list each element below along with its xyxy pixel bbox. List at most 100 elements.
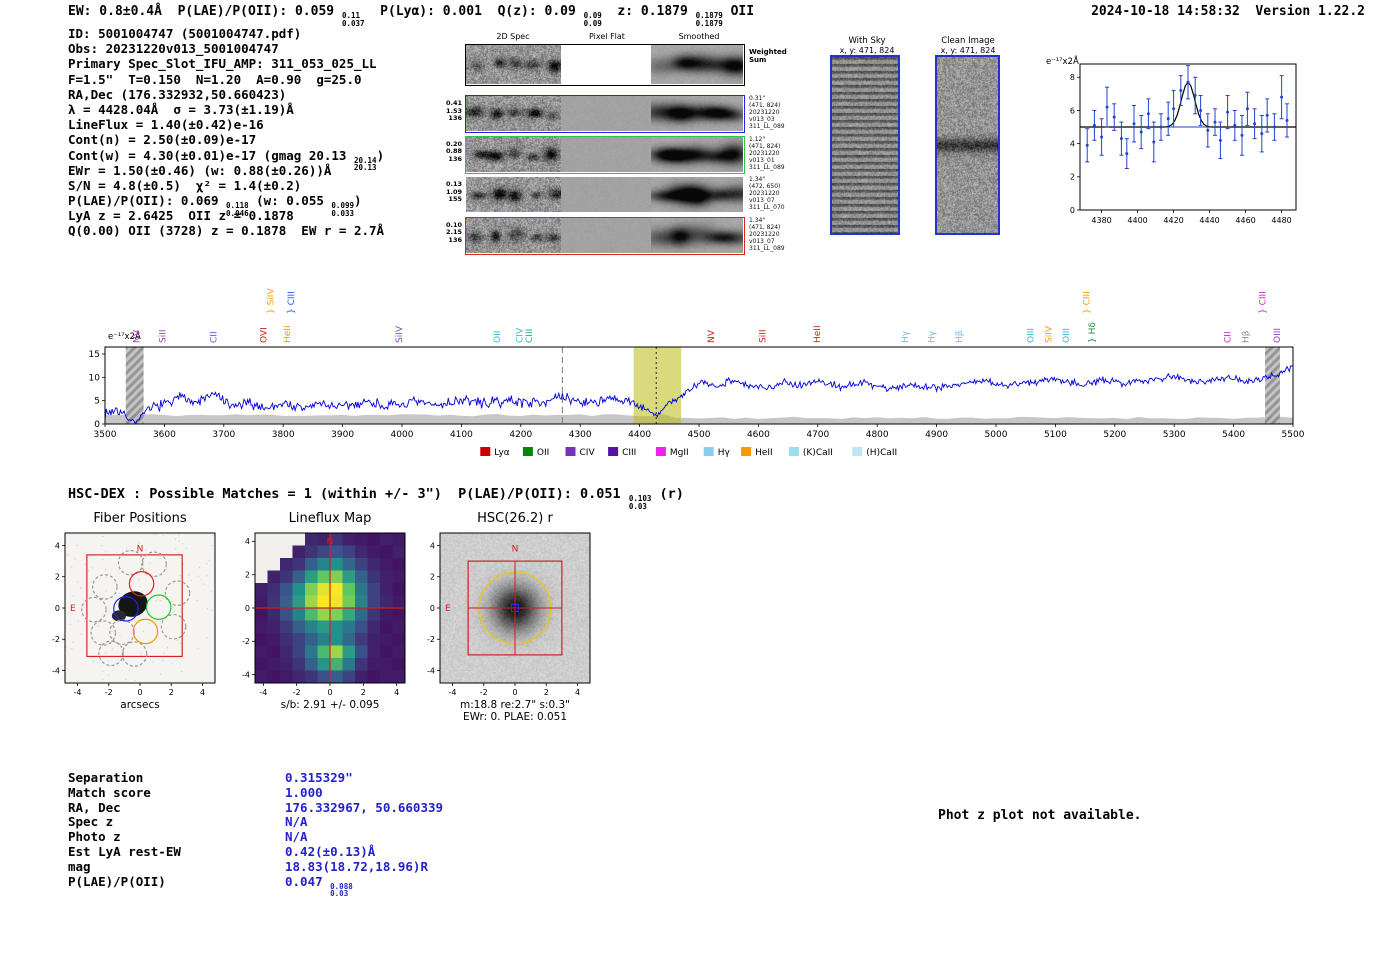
heatmap-cell: [342, 545, 356, 559]
heatmap-cell: [267, 620, 281, 634]
svg-text:5200: 5200: [1103, 430, 1126, 440]
heatmap-cell: [342, 633, 356, 646]
weighted-sum-label: Weighted Sum: [749, 48, 787, 64]
hsc-image-xlabel2: EWr: 0. PLAE: 0.051: [462, 711, 568, 723]
svg-text:5500: 5500: [1282, 430, 1305, 440]
heatmap-cell: [392, 595, 406, 609]
heatmap-cell: [280, 558, 293, 571]
svg-text:4: 4: [575, 688, 580, 697]
clean-image-panel: Clean Image x, y: 471, 824: [926, 36, 1010, 235]
heatmap-cell: [317, 583, 331, 596]
match-value: 0.047 0.088 0.03: [285, 873, 353, 899]
info-line: Q(0.00) OII (3728) z = 0.1878 EW r = 2.7…: [68, 223, 385, 239]
fiber-positions-xlabel: arcsecs: [120, 699, 160, 711]
pixel-flat-image: [561, 136, 651, 172]
fiber-positions-title: Fiber Positions: [93, 511, 187, 526]
fit-plot-svg: 4380 4400 4420 4440 4460 4480 0 2 4 6 8: [1070, 63, 1297, 225]
svg-text:4700: 4700: [806, 430, 829, 440]
heatmap-cell: [342, 645, 356, 659]
emission-line-label: SiIV: [1044, 325, 1054, 343]
photz-note: Phot z plot not available.: [938, 808, 1142, 823]
heatmap-cell: [317, 608, 331, 621]
heatmap-cell: [330, 545, 343, 559]
heatmap-cell: [292, 620, 306, 634]
fiber-svg: N E -4 -4 -2 -2 0 0 2 2 4 4: [52, 532, 216, 697]
svg-text:2: 2: [361, 688, 366, 697]
pixel-flat-image: [561, 45, 651, 84]
heatmap-cell: [330, 658, 343, 671]
heatmap-cell: [330, 670, 343, 684]
spec2d-row: [465, 216, 745, 255]
clean-image-coords: x, y: 471, 824: [940, 46, 996, 55]
heatmap-cell: [367, 670, 381, 684]
heatmap-cell: [305, 595, 318, 609]
heatmap-cell: [367, 633, 381, 646]
match-value: N/A: [285, 814, 308, 830]
svg-text:4400: 4400: [1127, 216, 1147, 225]
with-sky-canvas: [832, 57, 898, 233]
heatmap-cell: [355, 583, 368, 596]
match-label: mag: [68, 858, 91, 874]
legend-swatch: [480, 447, 491, 456]
heatmap-cell: [255, 608, 268, 621]
heatmap-cell: [267, 545, 281, 559]
hsc-image-xlabel1: m:18.8 re:2.7" s:0.3": [460, 699, 570, 711]
heatmap-cell: [392, 533, 406, 546]
heatmap-cell: [330, 570, 343, 584]
summary-header: EW: 0.8±0.4Å P(LAE)/P(OII): 0.059 0.11 0.…: [68, 4, 755, 28]
heatmap-cell: [292, 570, 306, 584]
heatmap-cell: [317, 658, 331, 671]
legend-swatch: [703, 447, 714, 456]
svg-text:0: 0: [512, 688, 517, 697]
heatmap-cell: [292, 545, 306, 559]
heatmap-cell: [355, 645, 368, 659]
match-value: 18.83(18.72,18.96)R: [285, 858, 428, 874]
info-line: EWr = 1.50(±0.46) (w: 0.88(±0.26))Å: [68, 162, 332, 178]
north-label: N: [512, 545, 519, 555]
heatmap-cell: [330, 595, 343, 609]
heatmap-cell: [292, 583, 306, 596]
svg-text:10: 10: [89, 373, 101, 383]
emission-line-label: OII: [493, 331, 503, 343]
heatmap-cell: [342, 570, 356, 584]
legend-label: MgII: [670, 448, 689, 458]
heatmap-cell: [355, 595, 368, 609]
hsc-image-title: HSC(26.2) r: [477, 511, 553, 526]
svg-text:2: 2: [245, 570, 250, 579]
svg-text:0: 0: [1070, 206, 1075, 215]
svg-text:3900: 3900: [331, 430, 354, 440]
match-label: RA, Dec: [68, 799, 121, 815]
heatmap-cell: [342, 658, 356, 671]
heatmap-cell: [255, 595, 268, 609]
spec2d-cutouts-panel: 2D Spec Pixel Flat Smoothed Weighted Sum 0…: [440, 30, 792, 260]
svg-text:4600: 4600: [747, 430, 770, 440]
svg-text:2: 2: [55, 573, 60, 582]
heatmap-cell: [380, 608, 393, 621]
masked-band: [1265, 347, 1280, 424]
svg-text:0: 0: [430, 604, 435, 613]
east-label: E: [70, 604, 76, 614]
svg-text:8: 8: [1070, 73, 1075, 82]
heatmap-cell: [305, 533, 318, 546]
heatmap-cell: [330, 645, 343, 659]
heatmap-cell: [267, 570, 281, 584]
pixel-flat-image: [561, 217, 651, 253]
heatmap-cell: [380, 583, 393, 596]
emission-line-fit-plot: 4380 4400 4420 4440 4460 4480 0 2 4 6 8: [1040, 52, 1305, 241]
svg-text:-4: -4: [427, 666, 435, 675]
col-title-2dspec: 2D Spec: [496, 32, 530, 41]
heatmap-cell: [255, 558, 268, 571]
svg-text:15: 15: [89, 350, 100, 360]
info-line: LineFlux = 1.40(±0.42)e-16: [68, 117, 264, 133]
svg-text:-4: -4: [449, 688, 457, 697]
svg-text:2: 2: [544, 688, 549, 697]
pixel-flat-image: [561, 96, 651, 131]
selected-line-band: [633, 347, 682, 424]
elixer-report-page: EW: 0.8±0.4Å P(LAE)/P(OII): 0.059 0.11 0.…: [0, 0, 1400, 953]
clean-image: [935, 55, 1000, 235]
heatmap-cell: [305, 633, 318, 646]
heatmap-cell: [342, 533, 356, 546]
col-title-smoothed: Smoothed: [678, 32, 720, 41]
heatmap-cell: [292, 595, 306, 609]
with-sky-title: With Sky: [848, 36, 886, 46]
